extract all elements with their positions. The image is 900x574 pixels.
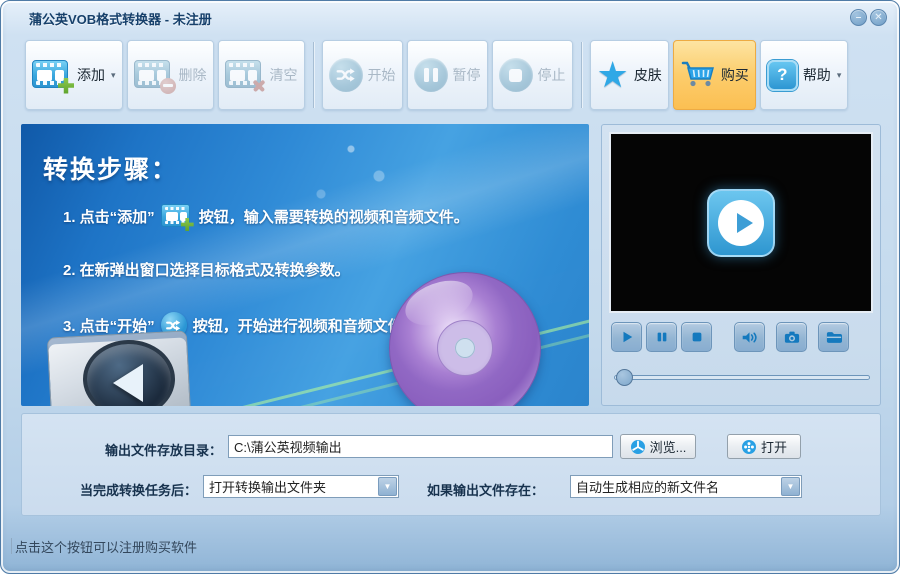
delete-button-label: 删除 bbox=[178, 67, 207, 83]
film-add-icon bbox=[160, 204, 194, 231]
file-exists-label: 如果输出文件存在： bbox=[427, 483, 545, 498]
steps-heading: 转换步骤： bbox=[43, 156, 179, 184]
start-button-label: 开始 bbox=[367, 67, 396, 83]
open-button[interactable]: 打开 bbox=[727, 434, 801, 459]
chevron-down-icon: ▼ bbox=[786, 482, 795, 491]
window-controls: – ✕ bbox=[850, 9, 887, 26]
stop-button[interactable]: 停止 bbox=[491, 40, 573, 110]
convert-start-icon bbox=[328, 58, 363, 92]
pause-button-label: 暂停 bbox=[452, 67, 481, 83]
folder-icon bbox=[826, 331, 842, 343]
player-controls bbox=[611, 322, 849, 352]
play-triangle-icon bbox=[737, 212, 753, 233]
instructions-panel: 转换步骤： 1. 点击“添加” 按钮，输入需要转换的视频和音频文件。 2. 在新… bbox=[21, 124, 589, 406]
close-button[interactable]: ✕ bbox=[870, 9, 887, 26]
volume-icon bbox=[742, 331, 757, 343]
skin-button[interactable]: ★ 皮肤 bbox=[589, 40, 669, 110]
step-1: 1. 点击“添加” 按钮，输入需要转换的视频和音频文件。 bbox=[63, 204, 469, 231]
stop-icon bbox=[692, 332, 701, 342]
output-settings-panel: 输出文件存放目录： 浏览... 打开 当完成转换任务后： 打开转换输出文件夹 bbox=[21, 413, 881, 516]
open-folder-button[interactable] bbox=[818, 322, 849, 352]
film-clear-icon bbox=[224, 59, 265, 91]
app-window: 蒲公英VOB格式转换器 - 未注册 – ✕ 添加 ▾ 删除 清空 开始 暂停 停… bbox=[0, 0, 900, 574]
player-stop-button[interactable] bbox=[681, 322, 712, 352]
stop-icon bbox=[498, 58, 533, 92]
camera-icon bbox=[784, 331, 799, 343]
file-exists-select[interactable]: 自动生成相应的新文件名 ▼ bbox=[570, 475, 802, 498]
volume-button[interactable] bbox=[734, 322, 765, 352]
slider-handle[interactable] bbox=[616, 369, 633, 386]
chevron-down-icon: ▼ bbox=[383, 482, 392, 491]
stop-button-label: 停止 bbox=[537, 67, 566, 83]
player-play-button[interactable] bbox=[611, 322, 642, 352]
pause-icon bbox=[657, 332, 666, 342]
status-text: 点击这个按钮可以注册购买软件 bbox=[15, 539, 198, 555]
snapshot-button[interactable] bbox=[776, 322, 807, 352]
start-button[interactable]: 开始 bbox=[321, 40, 403, 110]
buy-button-label: 购买 bbox=[720, 67, 749, 83]
output-dir-label: 输出文件存放目录： bbox=[104, 443, 222, 458]
help-icon: ? bbox=[766, 59, 798, 91]
step-1-text-pre: 1. 点击“添加” bbox=[63, 209, 155, 226]
skin-button-label: 皮肤 bbox=[633, 67, 662, 83]
combo-arrow-button[interactable]: ▼ bbox=[781, 477, 800, 496]
play-icon bbox=[623, 331, 632, 343]
clear-button[interactable]: 清空 bbox=[217, 40, 305, 110]
seek-slider[interactable] bbox=[614, 369, 870, 387]
play-triangle-icon bbox=[113, 364, 143, 402]
slider-track bbox=[614, 375, 870, 380]
step-1-text-post: 按钮，输入需要转换的视频和音频文件。 bbox=[198, 209, 469, 226]
video-preview-area bbox=[609, 132, 873, 313]
preview-play-button[interactable] bbox=[707, 188, 775, 257]
add-button[interactable]: 添加 ▾ bbox=[25, 40, 123, 110]
after-task-label: 当完成转换任务后： bbox=[79, 483, 197, 498]
step-2: 2. 在新弹出窗口选择目标格式及转换参数。 bbox=[63, 259, 350, 280]
aperture-icon bbox=[630, 439, 645, 454]
cart-icon bbox=[680, 59, 716, 92]
step-2-text: 2. 在新弹出窗口选择目标格式及转换参数。 bbox=[63, 262, 350, 279]
film-add-icon bbox=[32, 59, 74, 94]
status-divider bbox=[11, 538, 12, 554]
film-remove-icon bbox=[133, 59, 176, 94]
combo-arrow-button[interactable]: ▼ bbox=[378, 477, 397, 496]
delete-button[interactable]: 删除 bbox=[126, 40, 214, 110]
output-dir-input[interactable] bbox=[228, 435, 613, 458]
close-icon: ✕ bbox=[874, 12, 883, 23]
folder-logo-decoration bbox=[46, 330, 192, 406]
after-task-select[interactable]: 打开转换输出文件夹 ▼ bbox=[203, 475, 399, 498]
pause-icon bbox=[413, 58, 448, 92]
help-button[interactable]: ? 帮助 ▾ bbox=[759, 40, 849, 110]
buy-button[interactable]: 购买 bbox=[672, 40, 756, 110]
toolbar-separator bbox=[312, 42, 314, 108]
browse-button[interactable]: 浏览... bbox=[620, 434, 696, 459]
open-button-label: 打开 bbox=[760, 440, 787, 455]
dvd-disc-decoration bbox=[389, 272, 541, 406]
play-circle bbox=[718, 199, 764, 246]
browse-button-label: 浏览... bbox=[649, 440, 687, 455]
preview-panel bbox=[601, 124, 881, 406]
window-title: 蒲公英VOB格式转换器 - 未注册 bbox=[29, 12, 212, 27]
help-button-label: 帮助 bbox=[802, 67, 831, 83]
chevron-down-icon: ▾ bbox=[836, 69, 842, 80]
player-pause-button[interactable] bbox=[646, 322, 677, 352]
star-skin-icon: ★ bbox=[596, 54, 629, 95]
chevron-down-icon: ▾ bbox=[111, 69, 116, 80]
toolbar: 添加 ▾ 删除 清空 开始 暂停 停止 ★ 皮肤 购买 ? 帮助 ▾ bbox=[25, 40, 852, 110]
clear-button-label: 清空 bbox=[269, 67, 298, 83]
pause-button[interactable]: 暂停 bbox=[406, 40, 488, 110]
film-reel-icon bbox=[741, 439, 756, 454]
file-exists-value: 自动生成相应的新文件名 bbox=[576, 480, 720, 495]
after-task-value: 打开转换输出文件夹 bbox=[209, 480, 327, 495]
add-button-label: 添加 bbox=[77, 67, 105, 83]
question-glyph: ? bbox=[777, 65, 788, 84]
toolbar-separator bbox=[580, 42, 582, 108]
minimize-button[interactable]: – bbox=[850, 9, 867, 26]
minimize-icon: – bbox=[855, 12, 862, 23]
title-bar[interactable]: 蒲公英VOB格式转换器 - 未注册 – ✕ bbox=[1, 1, 899, 31]
status-bar: 点击这个按钮可以注册购买软件 bbox=[11, 535, 197, 557]
